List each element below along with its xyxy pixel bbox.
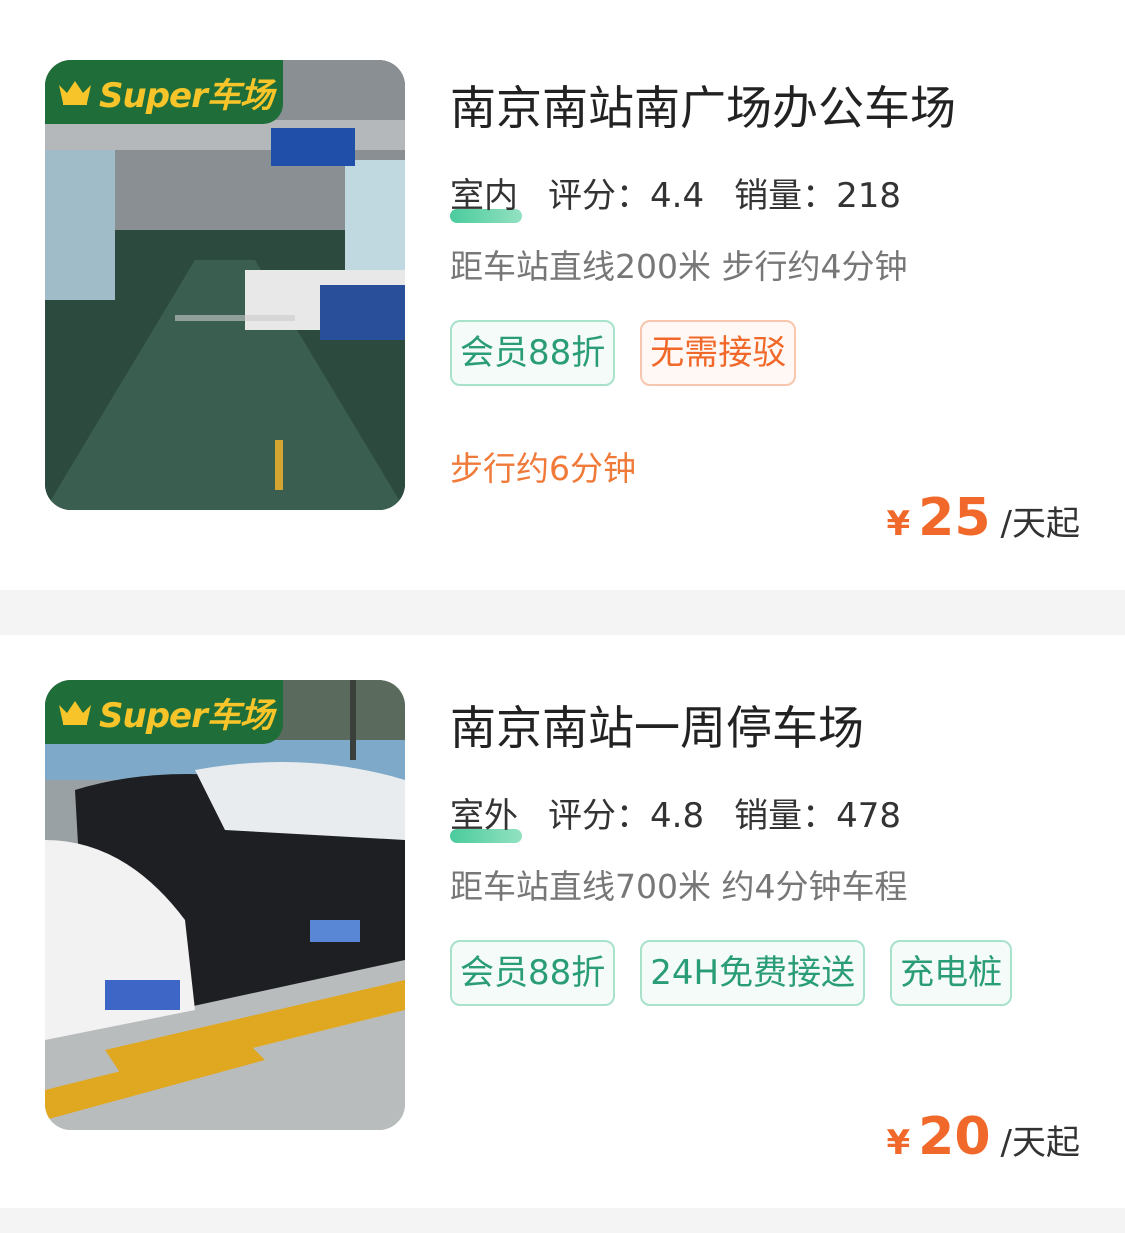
super-parking-badge: Super车场	[45, 60, 283, 124]
price-amount: 25	[918, 488, 991, 548]
tag-member-discount: 会员88折	[450, 320, 616, 386]
parking-lot-photo: Super车场	[45, 680, 405, 1130]
parking-lot-photo: Super车场	[45, 60, 405, 510]
sales-count-text: 销量：218	[734, 176, 901, 216]
outdoor-lot-image	[45, 680, 405, 1130]
parking-lot-meta: 室内 评分：4.4 销量：218	[450, 168, 901, 223]
price-display: ¥ 20 /天起	[886, 1107, 1080, 1167]
price-amount: 20	[918, 1107, 991, 1167]
sales-count-text: 销量：478	[734, 796, 901, 836]
super-parking-badge: Super车场	[45, 680, 283, 744]
rating-text: 评分：4.8	[548, 796, 705, 836]
currency-symbol: ¥	[886, 1123, 911, 1163]
indoor-garage-image	[45, 60, 405, 510]
parking-type-label: 室外	[450, 788, 522, 843]
parking-lot-card[interactable]: Super车场 南京南站一周停车场 室外 评分：4.8 销量：478 距车站直线…	[0, 635, 1125, 1208]
distance-text: 距车站直线200米 步行约4分钟	[450, 247, 908, 286]
super-badge-label: Super车场	[99, 75, 274, 116]
price-unit: /天起	[1000, 1123, 1080, 1163]
tag-member-discount: 会员88折	[450, 940, 616, 1006]
parking-lot-name[interactable]: 南京南站南广场办公车场	[450, 72, 956, 138]
tag-charging-pile: 充电桩	[890, 940, 1013, 1006]
distance-text: 距车站直线700米 约4分钟车程	[450, 867, 908, 906]
crown-icon	[59, 81, 91, 105]
parking-lot-meta: 室外 评分：4.8 销量：478	[450, 788, 901, 843]
feature-tags: 会员88折 无需接驳	[450, 320, 1080, 386]
rating-text: 评分：4.4	[548, 176, 705, 216]
parking-lot-card[interactable]: Super车场 南京南站南广场办公车场 室内 评分：4.4 销量：218 距车站…	[0, 0, 1125, 590]
tag-no-shuttle: 无需接驳	[640, 320, 797, 386]
walk-time-text: 步行约6分钟	[450, 449, 636, 488]
parking-lot-name[interactable]: 南京南站一周停车场	[450, 692, 864, 758]
parking-type-label: 室内	[450, 168, 522, 223]
price-unit: /天起	[1000, 504, 1080, 544]
currency-symbol: ¥	[886, 504, 911, 544]
crown-icon	[59, 701, 91, 725]
tag-free-shuttle: 24H免费接送	[640, 940, 866, 1006]
feature-tags: 会员88折 24H免费接送 充电桩	[450, 940, 1080, 1006]
super-badge-label: Super车场	[99, 695, 274, 736]
price-display: ¥ 25 /天起	[886, 488, 1080, 548]
